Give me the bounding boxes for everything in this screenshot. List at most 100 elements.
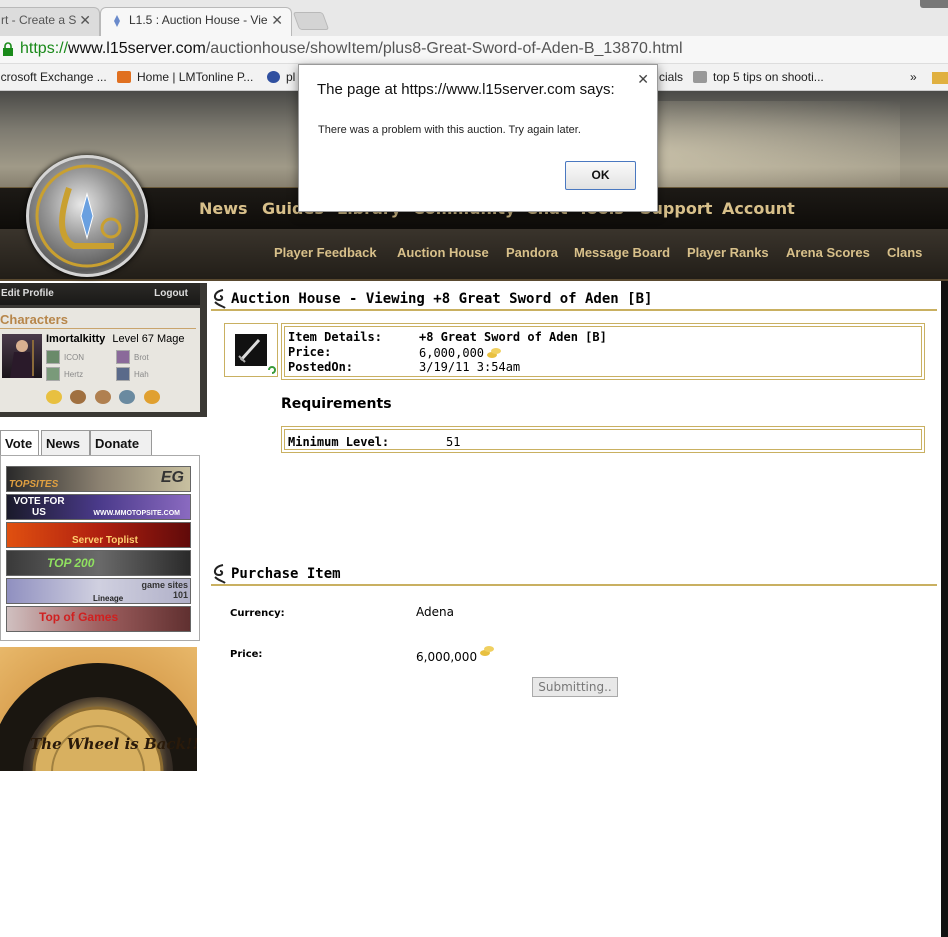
vote-gamesites101-button[interactable]: Lineage game sites 101 [6,578,191,604]
close-tab-icon[interactable]: ✕ [79,12,91,29]
bookmark-label: cials [659,70,684,84]
gold-coins-icon[interactable] [46,390,62,404]
characters-title: Characters [0,312,68,327]
logout-link[interactable]: Logout [154,288,188,299]
fish-icon[interactable] [119,390,136,404]
nav-auction-house[interactable]: Auction House [397,245,489,260]
new-tab-button[interactable] [292,12,330,30]
url-text[interactable]: https://www.l15server.com/auctionhouse/s… [20,40,683,58]
nav-clans[interactable]: Clans [887,245,922,260]
currency-label: Currency: [230,608,285,619]
vote-button-label: Lineage [93,594,124,603]
bronze-coin-icon[interactable] [70,390,87,404]
lock-icon [3,42,13,56]
gold-coins-icon [480,646,495,656]
purchase-header: Purchase Item [211,564,937,586]
price-amount: 6,000,000 [419,346,485,360]
tab-vote[interactable]: Vote [0,430,39,456]
vote-button-label: TOPSITES [9,479,59,490]
characters-box: Characters Imortalkitty Level 67 Mage IC… [0,308,200,412]
bookmark-label: top 5 tips on shooti... [713,70,824,84]
nav-account[interactable]: Account [722,199,795,218]
tab-donate[interactable]: Donate [90,430,152,456]
item-icon-box[interactable] [224,323,278,377]
min-level-value: 51 [446,435,461,449]
close-icon[interactable]: ✕ [637,71,649,88]
nav-player-ranks[interactable]: Player Ranks [687,245,769,260]
bookmark-exchange[interactable]: icrosoft Exchange ... [0,70,107,84]
bookmarks-overflow[interactable]: » [910,70,917,84]
tab-auction-house[interactable]: L1.5 : Auction House - Vie ✕ [100,7,292,36]
user-panel-header: Edit Profile Logout [0,283,200,305]
l15-logo[interactable] [26,155,148,277]
tab-news[interactable]: News [41,430,90,456]
price-label: Price: [288,345,332,359]
vote-server-toplist-button[interactable]: Server Toplist [6,522,191,548]
nav-arena-scores[interactable]: Arena Scores [786,245,870,260]
nav-player-feedback[interactable]: Player Feedback [274,245,377,260]
url-host: www.l15server.com [68,40,206,57]
submit-button[interactable]: Submitting.. [532,677,618,697]
browser-window: rt - Create a S ✕ L1.5 : Auction House -… [0,0,948,937]
swirl-ornament-icon [213,564,226,584]
purchase-price-value: 6,000,000 [416,643,495,664]
nav-news[interactable]: News [199,199,248,218]
tab-label: rt - Create a S [1,13,77,27]
bookmark-tips[interactable]: top 5 tips on shooti... [693,70,824,84]
vote-button-extra: game sites 101 [141,580,188,600]
url-path: /auctionhouse/showItem/plus8-Great-Sword… [205,40,683,57]
refresh-icon[interactable] [267,365,277,375]
logo-emblem-icon [35,164,139,268]
item-details-box: Item Details: +8 Great Sword of Aden [B]… [281,323,925,380]
swirl-ornament-icon [213,289,226,309]
bookmark-cials[interactable]: cials [659,70,683,84]
vote-button-label: Top of Games [39,610,119,624]
vote-top200-button[interactable]: TOP 200 [6,550,191,576]
auction-title: Auction House - Viewing +8 Great Sword o… [231,291,653,307]
wheel-banner[interactable]: The Wheel is Back!! [0,647,197,771]
vote-topsites-button[interactable]: TOPSITES EG [6,466,191,492]
ok-button[interactable]: OK [565,161,636,190]
character-name[interactable]: Imortalkitty [46,333,105,345]
address-bar[interactable]: https://www.l15server.com/auctionhouse/s… [0,36,948,64]
l15-favicon-icon [114,15,120,27]
alt-character[interactable]: ICON [46,350,84,364]
cookie-icon[interactable] [94,390,111,404]
alt-character[interactable]: Hertz [46,367,83,381]
bookmark-label: pl [286,70,296,84]
alt-name: ICON [64,353,84,362]
character-name-line: Imortalkitty Level 67 Mage [46,333,185,345]
close-tab-icon[interactable]: ✕ [271,12,283,29]
alt-name: Brot [134,353,149,362]
character-portrait[interactable] [2,334,42,378]
folder-icon[interactable] [932,72,948,84]
bookmark-lmtonline[interactable]: Home | LMTonline P... [117,70,253,84]
currency-value: Adena [416,605,454,619]
alt-character[interactable]: Brot [116,350,149,364]
vote-button-label: TOP 200 [47,556,95,570]
vote-topofgames-button[interactable]: Top of Games [6,606,191,632]
nav-message-board[interactable]: Message Board [574,245,670,260]
alt-character[interactable]: Hah [116,367,149,381]
site-page: News Guides Library Community Chat Tools… [0,91,948,937]
page-edge [941,281,948,937]
gold-medal-icon[interactable] [143,390,160,404]
tab-label: L1.5 : Auction House - Vie [129,13,268,27]
purchase-title: Purchase Item [231,566,341,582]
nav-pandora[interactable]: Pandora [506,245,558,260]
tab-strip: rt - Create a S ✕ L1.5 : Auction House -… [0,0,948,36]
bookmark-label: icrosoft Exchange ... [0,70,107,84]
tips-icon [693,71,707,83]
vote-mmotopsite-button[interactable]: VOTE FOR US WWW.MMOTOPSITE.COM [6,494,191,520]
item-details-label: Item Details: [288,330,382,344]
alt-name: Hah [134,370,149,379]
edit-profile-link[interactable]: Edit Profile [1,288,54,299]
bookmark-pl[interactable]: pl [267,70,295,84]
gold-coins-icon [487,348,502,358]
currency-icons [46,390,164,409]
item-details-inner: Item Details: +8 Great Sword of Aden [B]… [284,326,922,377]
window-control[interactable] [920,0,948,8]
globe-icon [267,71,280,83]
tab-create-a[interactable]: rt - Create a S ✕ [0,7,100,36]
vote-button-extra: EG [160,469,184,486]
